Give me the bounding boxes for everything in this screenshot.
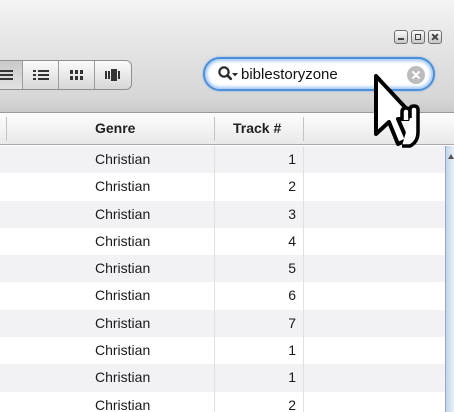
table-row[interactable]: Christian 2 [0, 173, 446, 201]
itunes-window: Genre Track # Christian1Christian2Christ… [0, 0, 454, 412]
window-controls [394, 30, 442, 44]
close-icon[interactable] [428, 30, 442, 44]
cell-genre: Christian [95, 178, 151, 195]
column-grid-line [303, 173, 304, 201]
column-grid-line [303, 309, 304, 338]
table-row[interactable]: Christian 3 [0, 200, 446, 228]
view-coverflow-icon [105, 69, 120, 81]
search-icon[interactable] [217, 65, 239, 83]
table-row[interactable]: Christian 1 [0, 337, 446, 365]
column-separator [6, 117, 7, 141]
scroll-up-arrow-icon[interactable] [448, 154, 454, 159]
column-header-genre[interactable]: Genre [95, 113, 135, 144]
cell-genre: Christian [95, 287, 151, 304]
toolbar [0, 0, 454, 113]
cell-track-number: 2 [288, 396, 296, 412]
view-grid-icon [69, 70, 83, 80]
cell-track-number: 5 [288, 260, 296, 277]
cell-track-number: 7 [288, 314, 296, 331]
cell-genre: Christian [95, 232, 151, 249]
cell-track-number: 3 [288, 205, 296, 222]
table-header: Genre Track # [0, 113, 454, 145]
cell-track-number: 1 [288, 151, 296, 167]
cell-genre: Christian [95, 314, 151, 331]
table-row[interactable]: Christian 4 [0, 227, 446, 256]
cell-track-number: 2 [288, 178, 296, 195]
cell-track-number: 1 [288, 342, 296, 359]
view-mode-selector [0, 60, 132, 90]
vertical-scrollbar[interactable] [445, 146, 454, 412]
view-list-button[interactable] [0, 61, 23, 89]
minimize-icon[interactable] [394, 30, 408, 44]
view-coverflow-button[interactable] [95, 61, 131, 89]
column-grid-line [303, 282, 304, 310]
column-grid-line [303, 391, 304, 412]
table-row[interactable]: Christian 5 [0, 255, 446, 283]
table-row[interactable]: Christian 2 [0, 391, 446, 412]
column-grid-line [303, 255, 304, 283]
cell-genre: Christian [95, 151, 151, 167]
table-row[interactable]: Christian 7 [0, 309, 446, 338]
clear-search-icon[interactable] [407, 66, 425, 84]
view-list-icon [0, 70, 13, 80]
table-row[interactable]: Christian 1 [0, 146, 446, 174]
cell-track-number: 6 [288, 287, 296, 304]
track-list: Christian 1 Christian 2 Christian 3 Christian 4… [0, 146, 446, 412]
view-list-detail-button[interactable] [23, 61, 59, 89]
table-row[interactable]: Christian 1 [0, 364, 446, 392]
column-grid-line [303, 146, 304, 174]
column-separator [214, 117, 215, 141]
search-field[interactable] [203, 57, 435, 91]
cell-genre: Christian [95, 205, 151, 222]
cell-genre: Christian [95, 260, 151, 277]
cell-genre: Christian [95, 342, 151, 359]
column-separator [303, 117, 304, 141]
column-grid-line [303, 364, 304, 392]
column-grid-line [303, 337, 304, 365]
cell-track-number: 1 [288, 369, 296, 386]
column-grid-line [303, 200, 304, 228]
view-grid-button[interactable] [59, 61, 95, 89]
view-list-detail-icon [32, 70, 49, 80]
column-grid-line [303, 227, 304, 256]
table-row[interactable]: Christian 6 [0, 282, 446, 310]
search-input[interactable] [239, 63, 391, 85]
cell-genre: Christian [95, 396, 151, 412]
column-header-track[interactable]: Track # [233, 113, 281, 144]
cell-track-number: 4 [288, 232, 296, 249]
maximize-icon[interactable] [411, 30, 425, 44]
cell-genre: Christian [95, 369, 151, 386]
